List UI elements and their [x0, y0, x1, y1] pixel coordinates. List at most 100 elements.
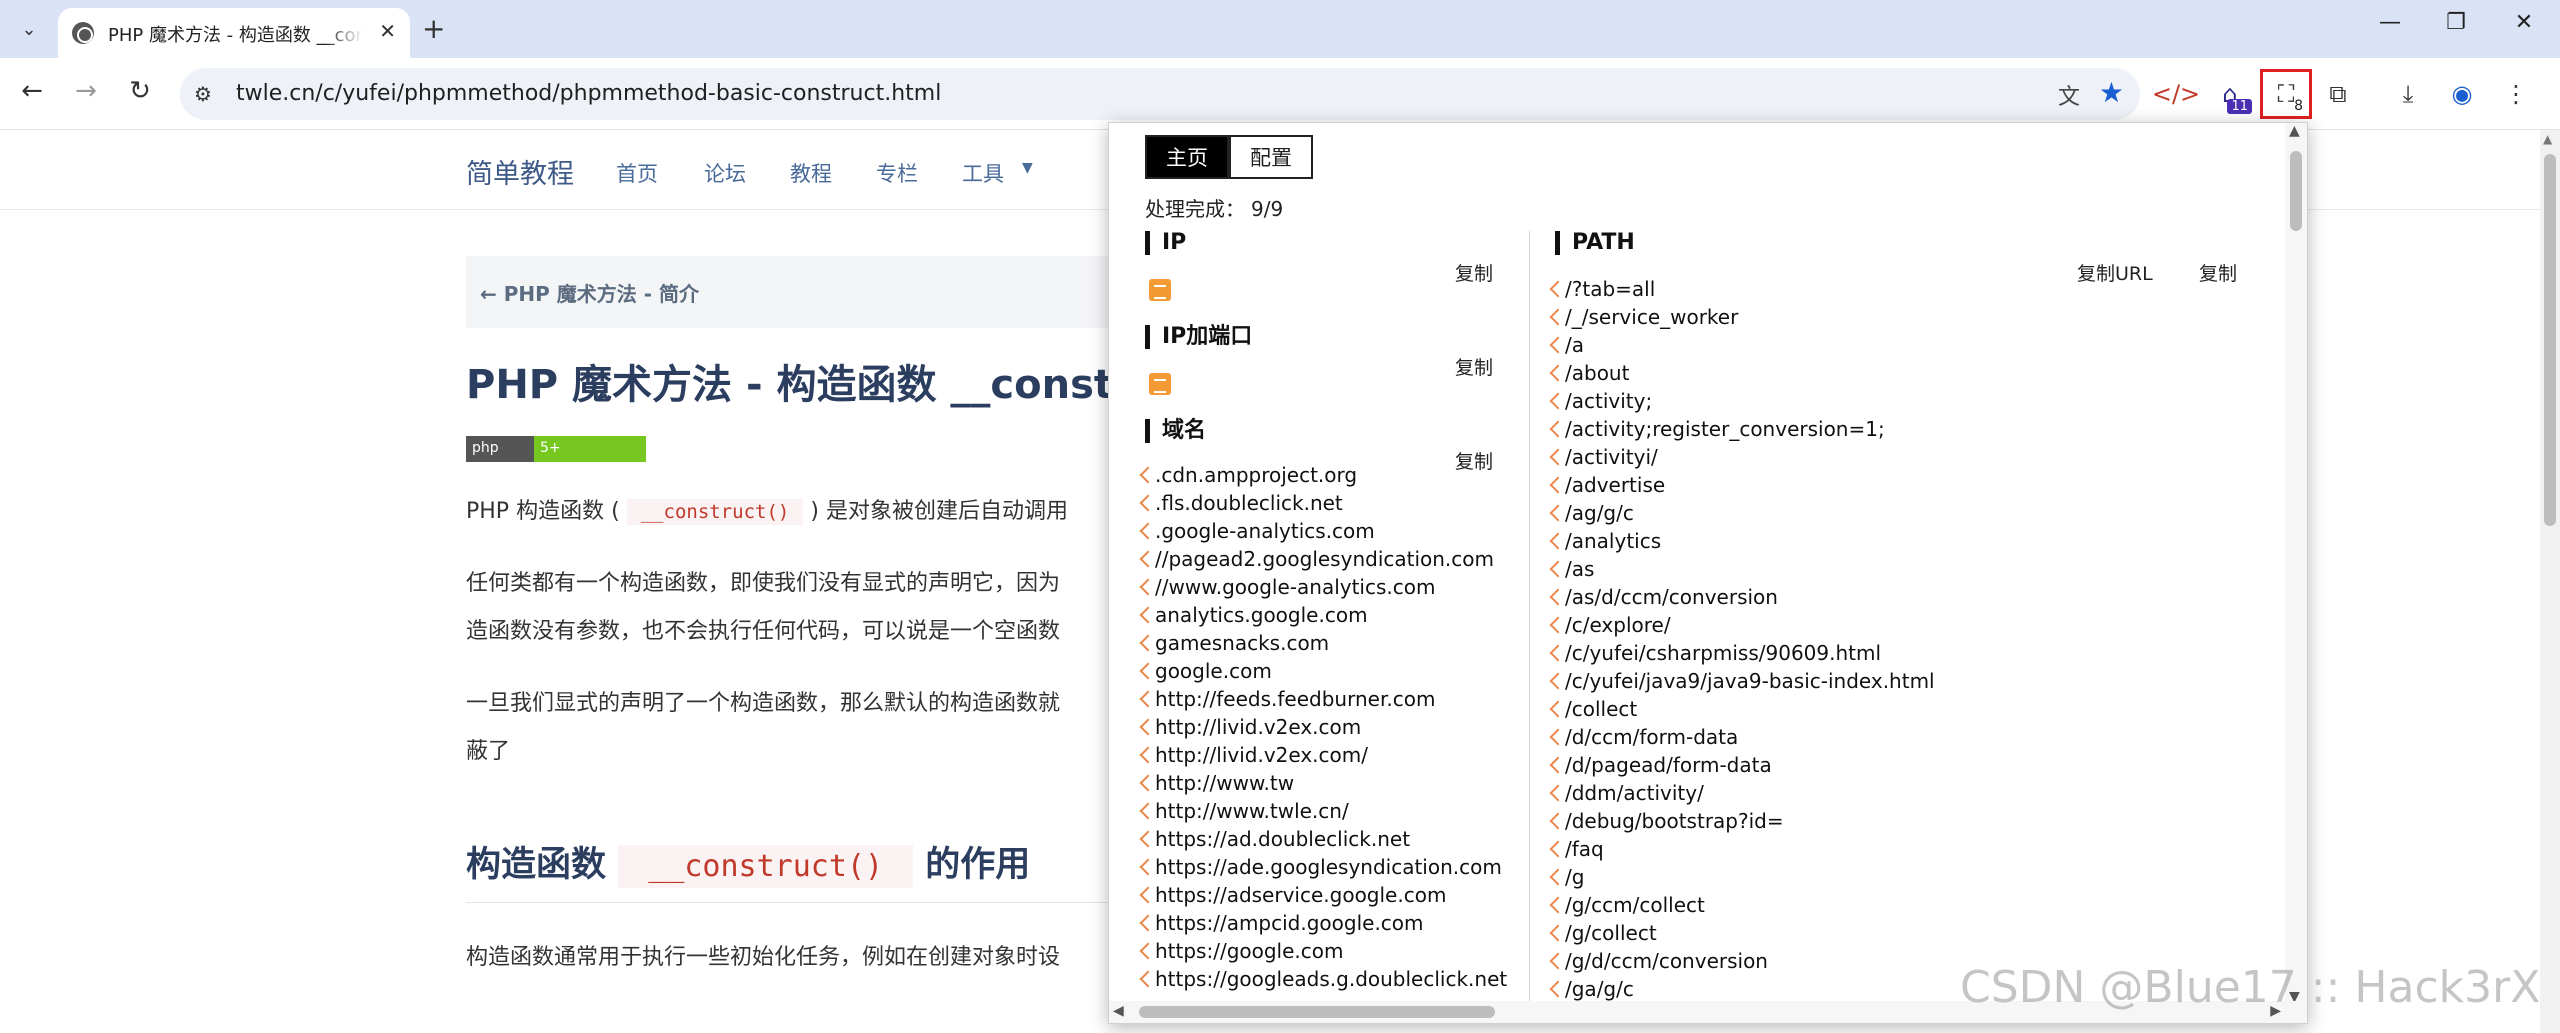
list-item[interactable]: /?tab=all	[1549, 275, 1935, 303]
arrow-right-icon: →	[75, 76, 97, 106]
list-item[interactable]: .cdn.ampproject.org	[1139, 461, 1507, 489]
nav-forum[interactable]: 论坛	[704, 158, 746, 188]
academic-extension-icon[interactable]: ⌂ 11	[2208, 72, 2252, 116]
list-item[interactable]: /faq	[1549, 835, 1935, 863]
scroll-thumb[interactable]	[2544, 154, 2556, 526]
list-item[interactable]: https://adservice.google.com	[1139, 881, 1507, 909]
translate-icon[interactable]: 文	[2058, 79, 2080, 111]
bookmark-star-icon[interactable]: ★	[2099, 76, 2124, 109]
list-icon[interactable]	[1149, 279, 1171, 301]
list-item[interactable]: /ag/g/c	[1549, 499, 1935, 527]
scroll-up-icon[interactable]: ▲	[2543, 132, 2552, 146]
copy-ip-port-button[interactable]: 复制	[1455, 353, 1493, 380]
list-item[interactable]: http://www.twle.cn/	[1139, 797, 1507, 825]
list-item[interactable]: /as	[1549, 555, 1935, 583]
list-item[interactable]: analytics.google.com	[1139, 601, 1507, 629]
minimize-button[interactable]: —	[2370, 10, 2410, 35]
paragraph-line: 任何类都有一个构造函数，即使我们没有显式的声明它，因为	[466, 571, 1061, 596]
copy-ip-button[interactable]: 复制	[1455, 259, 1493, 286]
list-item[interactable]: /d/ccm/form-data	[1549, 723, 1935, 751]
scroll-left-icon[interactable]: ◀	[1113, 1003, 1124, 1019]
list-item[interactable]: /g/collect	[1549, 919, 1935, 947]
list-item[interactable]: http://www.tw	[1139, 769, 1507, 797]
profile-icon[interactable]: ◉	[2440, 72, 2484, 116]
address-bar[interactable]: ⚙ twle.cn/c/yufei/phpmmethod/phpmmethod-…	[180, 68, 2140, 120]
list-item[interactable]: http://livid.v2ex.com/	[1139, 741, 1507, 769]
list-item[interactable]: https://ampcid.google.com	[1139, 909, 1507, 937]
tab-config[interactable]: 配置	[1229, 135, 1313, 179]
list-item[interactable]: /d/pagead/form-data	[1549, 751, 1935, 779]
list-item[interactable]: /activity;register_conversion=1;	[1549, 415, 1935, 443]
site-info-icon[interactable]: ⚙	[194, 82, 212, 106]
list-item[interactable]: /collect	[1549, 695, 1935, 723]
list-item[interactable]: /a	[1549, 331, 1935, 359]
nav-home[interactable]: 首页	[616, 158, 658, 188]
list-item[interactable]: /_/service_worker	[1549, 303, 1935, 331]
tab-close-icon[interactable]: ✕	[379, 19, 396, 43]
scroll-thumb[interactable]	[2290, 151, 2302, 231]
heading-text: 构造函数	[466, 845, 607, 885]
popup-vertical-scrollbar[interactable]: ▲ ▼	[2285, 123, 2307, 1005]
reload-button[interactable]: ↻	[122, 76, 158, 106]
list-item[interactable]: /g/d/ccm/conversion	[1549, 947, 1935, 975]
nav-tutorials[interactable]: 教程	[790, 158, 832, 188]
list-item[interactable]: /ga/g/c	[1549, 975, 1935, 1003]
download-icon[interactable]: ⤓	[2386, 72, 2430, 116]
list-item[interactable]: https://ad.doubleclick.net	[1139, 825, 1507, 853]
paragraph-line: 蔽了	[466, 739, 511, 764]
nav-columns[interactable]: 专栏	[876, 158, 918, 188]
new-tab-button[interactable]: +	[422, 12, 445, 46]
list-item[interactable]: /as/d/ccm/conversion	[1549, 583, 1935, 611]
puzzle-icon[interactable]: ⧉	[2316, 72, 2360, 116]
list-item[interactable]: /about	[1549, 359, 1935, 387]
arrow-left-icon: ←	[21, 76, 43, 106]
list-item[interactable]: //pagead2.googlesyndication.com	[1139, 545, 1507, 573]
prev-article-link[interactable]: ← PHP 魔术方法 - 简介	[480, 278, 699, 307]
back-button[interactable]: ←	[14, 76, 50, 106]
list-item[interactable]: https://ade.googlesyndication.com	[1139, 853, 1507, 881]
list-item[interactable]: /c/yufei/csharpmiss/90609.html	[1549, 639, 1935, 667]
list-item[interactable]: /debug/bootstrap?id=	[1549, 807, 1935, 835]
scanner-extension-icon[interactable]: ⛶ 8	[2260, 69, 2312, 119]
caret-down-icon[interactable]: ▼	[1022, 160, 1033, 176]
menu-kebab-icon[interactable]: ⋮	[2494, 72, 2538, 116]
nav-tools[interactable]: 工具	[962, 158, 1004, 188]
list-item[interactable]: /activity;	[1549, 387, 1935, 415]
list-item[interactable]: .google-analytics.com	[1139, 517, 1507, 545]
list-item[interactable]: google.com	[1139, 657, 1507, 685]
list-item[interactable]: http://feeds.feedburner.com	[1139, 685, 1507, 713]
copy-url-button[interactable]: 复制URL	[2077, 259, 2153, 286]
list-item[interactable]: /analytics	[1549, 527, 1935, 555]
close-window-button[interactable]: ✕	[2504, 10, 2544, 35]
list-item[interactable]: https://google.com	[1139, 937, 1507, 965]
heading-text: 的作用	[925, 845, 1031, 885]
site-brand[interactable]: 简单教程	[466, 152, 574, 191]
forward-button[interactable]: →	[68, 76, 104, 106]
list-item[interactable]: //www.google-analytics.com	[1139, 573, 1507, 601]
scroll-up-icon[interactable]: ▲	[2289, 123, 2300, 139]
copy-path-button[interactable]: 复制	[2199, 259, 2237, 286]
url-text[interactable]: twle.cn/c/yufei/phpmmethod/phpmmethod-ba…	[236, 81, 941, 106]
tab-home[interactable]: 主页	[1145, 135, 1229, 179]
list-item[interactable]: .fls.doubleclick.net	[1139, 489, 1507, 517]
browser-tab-active[interactable]: PHP 魔术方法 - 构造函数 __construct ✕	[58, 8, 410, 58]
list-item[interactable]: /ddm/activity/	[1549, 779, 1935, 807]
list-icon[interactable]	[1149, 373, 1171, 395]
list-item[interactable]: http://livid.v2ex.com	[1139, 713, 1507, 741]
page-scrollbar[interactable]: ▲	[2540, 130, 2560, 1033]
code-extension-icon[interactable]: </>	[2152, 72, 2200, 116]
list-item[interactable]: /c/yufei/java9/java9-basic-index.html	[1549, 667, 1935, 695]
list-item[interactable]: /g	[1549, 863, 1935, 891]
status-label: 处理完成：	[1145, 197, 1245, 221]
list-item[interactable]: https://googleads.g.doubleclick.net	[1139, 965, 1507, 993]
list-item[interactable]: gamesnacks.com	[1139, 629, 1507, 657]
list-item[interactable]: /c/explore/	[1549, 611, 1935, 639]
scroll-thumb[interactable]	[1139, 1006, 1495, 1018]
tab-search-button[interactable]: ⌄	[12, 12, 46, 46]
list-item[interactable]: /g/ccm/collect	[1549, 891, 1935, 919]
status-value: 9/9	[1251, 197, 1284, 221]
list-item[interactable]: /activityi/	[1549, 443, 1935, 471]
restore-button[interactable]: ❐	[2436, 10, 2476, 35]
list-item[interactable]: /advertise	[1549, 471, 1935, 499]
paragraph-line: 一旦我们显式的声明了一个构造函数，那么默认的构造函数就	[466, 691, 1061, 716]
